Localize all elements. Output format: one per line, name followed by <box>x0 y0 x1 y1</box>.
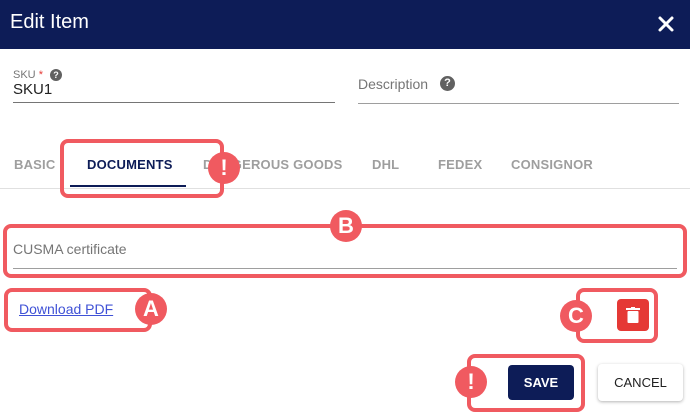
annotation-alert-badge-save: ! <box>455 366 487 398</box>
tab-dhl[interactable]: DHL <box>372 157 399 172</box>
sku-field-label: SKU * <box>13 69 43 81</box>
close-icon <box>658 16 674 32</box>
description-underline <box>358 103 679 104</box>
close-button[interactable] <box>652 10 680 38</box>
sku-input[interactable]: SKU1 <box>13 81 52 98</box>
annotation-badge-c: C <box>560 300 592 332</box>
cancel-button[interactable]: CANCEL <box>598 364 683 401</box>
required-mark: * <box>38 69 43 81</box>
annotation-badge-b: B <box>330 210 362 242</box>
dialog-header: Edit Item <box>0 0 690 49</box>
sku-underline <box>13 102 335 103</box>
sku-label: SKU <box>13 69 36 81</box>
annotation-alert-badge: ! <box>208 152 240 184</box>
help-circle-icon[interactable]: ? <box>440 76 455 91</box>
tab-basic[interactable]: BASIC <box>14 157 55 172</box>
help-circle-icon[interactable]: ? <box>50 69 62 81</box>
annotation-box-tab <box>60 139 224 198</box>
annotation-box-a <box>4 288 152 332</box>
annotation-badge-a: A <box>135 293 167 325</box>
description-input[interactable]: Description <box>358 76 428 92</box>
tab-consignor[interactable]: CONSIGNOR <box>511 157 593 172</box>
dialog-title: Edit Item <box>10 11 89 33</box>
tab-fedex[interactable]: FEDEX <box>438 157 482 172</box>
